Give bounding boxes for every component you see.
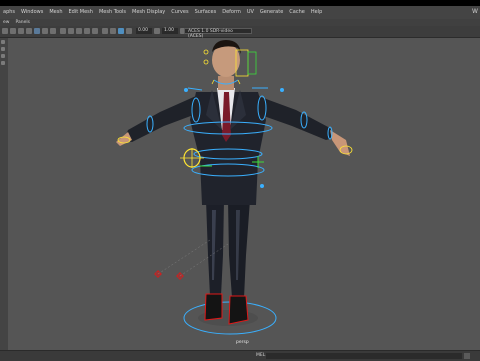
exposure-icon[interactable] [126, 28, 132, 34]
select-camera-icon[interactable] [2, 28, 8, 34]
main-menu-bar: aphs Windows Mesh Edit Mesh Mesh Tools M… [0, 6, 480, 18]
clavicle-left-control[interactable] [187, 87, 203, 91]
left-arm [124, 96, 196, 142]
image-plane-icon[interactable] [26, 28, 32, 34]
menu-item-aphs[interactable]: aphs [0, 9, 18, 15]
eye-control-left[interactable] [203, 49, 209, 55]
mel-input[interactable] [266, 353, 462, 359]
right-hand [330, 130, 350, 156]
film-gate-icon[interactable] [42, 28, 48, 34]
panel-menu-panels[interactable]: Panels [12, 20, 32, 25]
left-shoe [204, 293, 223, 321]
ik-pin-2[interactable] [280, 88, 284, 92]
face-control-frame-2[interactable] [247, 51, 257, 75]
menu-item-mesh-display[interactable]: Mesh Display [129, 9, 168, 15]
right-shoe [228, 295, 249, 325]
select-tool-icon[interactable] [1, 40, 5, 44]
gamma-icon[interactable] [154, 28, 160, 34]
right-arm [258, 96, 334, 140]
panel-menu-bar: ew Panels [0, 19, 480, 26]
command-line: MEL [0, 350, 480, 361]
menu-item-uv[interactable]: UV [244, 9, 257, 15]
menu-item-curves[interactable]: Curves [168, 9, 191, 15]
window-controls: W [472, 6, 478, 18]
camera-name-label: persp [236, 340, 249, 345]
move-tool-icon[interactable] [1, 61, 5, 65]
xray-joints-icon[interactable] [110, 28, 116, 34]
menu-item-edit-mesh[interactable]: Edit Mesh [66, 9, 96, 15]
panel-menu-view[interactable]: ew [0, 20, 12, 25]
resolution-gate-icon[interactable] [50, 28, 56, 34]
eye-control-right[interactable] [203, 59, 209, 65]
tool-box [0, 38, 7, 68]
xray-icon[interactable] [102, 28, 108, 34]
view-transform-select[interactable]: ACES 1.0 SDR-video (ACES) [184, 28, 252, 39]
menu-item-generate[interactable]: Generate [257, 9, 286, 15]
lights-icon[interactable] [84, 28, 90, 34]
ik-pin-1[interactable] [184, 88, 188, 92]
viewport-toolbar: 0.00 1.00 ACES 1.0 SDR-video (ACES) [0, 26, 480, 39]
perspective-viewport[interactable]: persp [8, 38, 480, 350]
menu-item-cache[interactable]: Cache [286, 9, 308, 15]
menu-item-surfaces[interactable]: Surfaces [192, 9, 220, 15]
exposure-field[interactable]: 0.00 [136, 28, 152, 34]
script-editor-icon[interactable] [464, 353, 470, 359]
camera-attributes-icon[interactable] [10, 28, 16, 34]
shadows-icon[interactable] [92, 28, 98, 34]
mel-label[interactable]: MEL [256, 353, 265, 358]
grid-icon[interactable] [34, 28, 40, 34]
scene-svg [116, 40, 353, 335]
maya-window: aphs Windows Mesh Edit Mesh Mesh Tools M… [0, 0, 480, 361]
workspace-label[interactable]: W [472, 9, 478, 15]
menu-item-deform[interactable]: Deform [219, 9, 244, 15]
gamma-field[interactable]: 1.00 [162, 28, 178, 34]
paint-select-tool-icon[interactable] [1, 54, 5, 58]
textured-icon[interactable] [76, 28, 82, 34]
isolate-select-icon[interactable] [118, 28, 124, 34]
wireframe-icon[interactable] [60, 28, 66, 34]
ik-pin-3[interactable] [260, 184, 264, 188]
lasso-tool-icon[interactable] [1, 47, 5, 51]
menu-item-help[interactable]: Help [308, 9, 325, 15]
smooth-shade-icon[interactable] [68, 28, 74, 34]
menu-item-windows[interactable]: Windows [18, 9, 46, 15]
bookmark-icon[interactable] [18, 28, 24, 34]
menu-item-mesh[interactable]: Mesh [46, 9, 65, 15]
menu-item-mesh-tools[interactable]: Mesh Tools [96, 9, 129, 15]
